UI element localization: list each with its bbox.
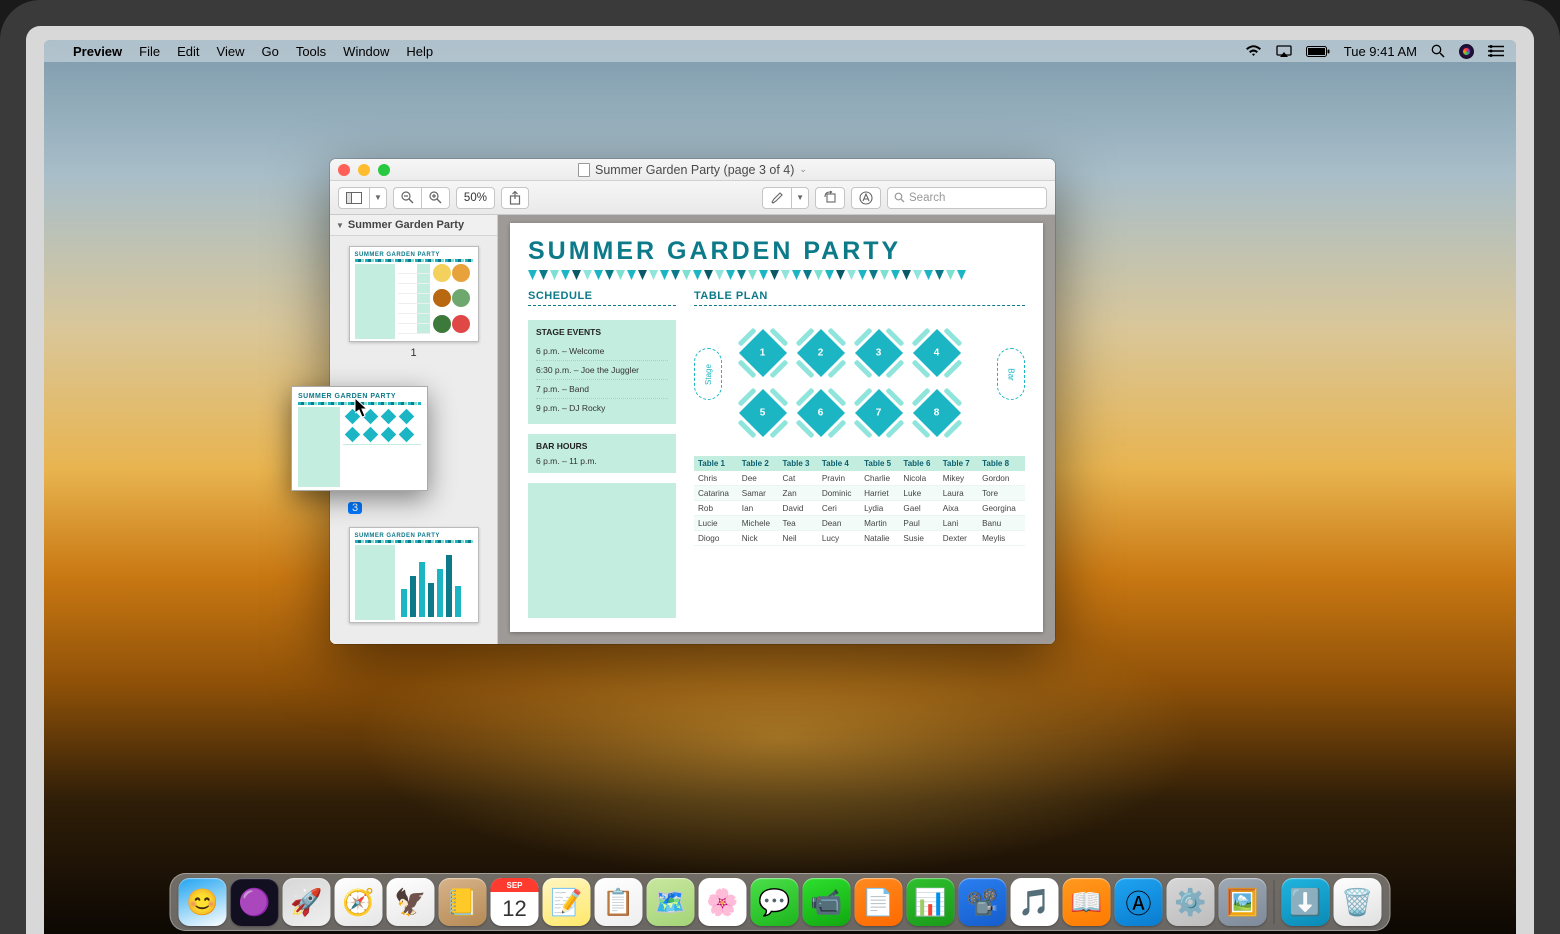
table-row: DiogoNickNeilLucyNatalieSusieDexterMeyli… bbox=[694, 531, 1025, 546]
table-8: 8 bbox=[913, 389, 961, 437]
stage-events-box: STAGE EVENTS 6 p.m. – Welcome 6:30 p.m. … bbox=[528, 320, 676, 424]
tables-diagram: Stage Bar 1234 5678 bbox=[694, 318, 1025, 448]
menu-edit[interactable]: Edit bbox=[177, 44, 199, 59]
menubar-clock[interactable]: Tue 9:41 AM bbox=[1344, 44, 1417, 59]
page-number-badge-3: 3 bbox=[348, 502, 362, 514]
menu-help[interactable]: Help bbox=[406, 44, 433, 59]
bunting-decoration bbox=[528, 270, 1025, 282]
dock-launchpad[interactable]: 🚀 bbox=[283, 878, 331, 926]
dock-facetime[interactable]: 📹 bbox=[803, 878, 851, 926]
bar-hours-box: BAR HOURS 6 p.m. – 11 p.m. bbox=[528, 434, 676, 473]
dock-photos[interactable]: 🌸 bbox=[699, 878, 747, 926]
document-proxy-icon[interactable] bbox=[578, 163, 590, 177]
dock-messages[interactable]: 💬 bbox=[751, 878, 799, 926]
dock-pages[interactable]: 📄 bbox=[855, 878, 903, 926]
close-button[interactable] bbox=[338, 164, 350, 176]
dock-ibooks[interactable]: 📖 bbox=[1063, 878, 1111, 926]
spotlight-icon[interactable] bbox=[1431, 44, 1445, 58]
dock-appstore[interactable]: Ⓐ bbox=[1115, 878, 1163, 926]
dock-preview[interactable]: 🖼️ bbox=[1219, 878, 1267, 926]
dock-numbers[interactable]: 📊 bbox=[907, 878, 955, 926]
stage-shape: Stage bbox=[694, 348, 722, 400]
dock-sysprefs[interactable]: ⚙️ bbox=[1167, 878, 1215, 926]
menu-go[interactable]: Go bbox=[261, 44, 278, 59]
menu-file[interactable]: File bbox=[139, 44, 160, 59]
sidebar-document-header[interactable]: Summer Garden Party bbox=[330, 215, 497, 236]
table-row: CatarinaSamarZanDominicHarrietLukeLauraT… bbox=[694, 486, 1025, 501]
siri-icon[interactable] bbox=[1459, 44, 1474, 59]
dock-reminders[interactable]: 📋 bbox=[595, 878, 643, 926]
dock-mail[interactable]: 🦅 bbox=[387, 878, 435, 926]
title-dropdown-icon[interactable]: ⌄ bbox=[799, 164, 807, 175]
dock-contacts[interactable]: 📒 bbox=[439, 878, 487, 926]
dock: 😊🟣🚀🧭🦅📒SEP12📝📋🗺️🌸💬📹📄📊📽️🎵📖Ⓐ⚙️🖼️ ⬇️🗑️ bbox=[170, 873, 1391, 931]
airplay-icon[interactable] bbox=[1276, 45, 1292, 57]
table-row: RobIanDavidCeriLydiaGaelAixaGeorgina bbox=[694, 501, 1025, 516]
menu-tools[interactable]: Tools bbox=[296, 44, 326, 59]
highlight-menu[interactable]: ▼ bbox=[791, 187, 809, 209]
page-canvas: SUMMER GARDEN PARTY SCHEDULE STAGE EVENT… bbox=[510, 223, 1043, 632]
search-icon bbox=[894, 192, 905, 203]
table-1: 1 bbox=[739, 329, 787, 377]
rotate-button[interactable] bbox=[815, 187, 845, 209]
sidebar-view-menu[interactable]: ▼ bbox=[369, 187, 387, 209]
dock-downloads[interactable]: ⬇️ bbox=[1282, 878, 1330, 926]
toolbar: ▼ 50% ▼ Search bbox=[330, 181, 1055, 215]
table-7: 7 bbox=[855, 389, 903, 437]
table-row: LucieMicheleTeaDeanMartinPaulLaniBanu bbox=[694, 516, 1025, 531]
tableplan-heading: TABLE PLAN bbox=[694, 290, 1025, 306]
guest-table: Table 1Table 2Table 3Table 4Table 5Table… bbox=[694, 456, 1025, 546]
mint-filler bbox=[528, 483, 676, 618]
menu-window[interactable]: Window bbox=[343, 44, 389, 59]
search-placeholder: Search bbox=[909, 192, 945, 204]
app-menu[interactable]: Preview bbox=[73, 44, 122, 59]
menubar: Preview File Edit View Go Tools Window H… bbox=[44, 40, 1516, 62]
zoom-level[interactable]: 50% bbox=[456, 187, 495, 209]
window-title: Summer Garden Party (page 3 of 4) bbox=[595, 163, 794, 177]
dock-notes[interactable]: 📝 bbox=[543, 878, 591, 926]
titlebar[interactable]: Summer Garden Party (page 3 of 4) ⌄ bbox=[330, 159, 1055, 181]
mouse-cursor bbox=[355, 398, 370, 419]
wifi-icon[interactable] bbox=[1245, 45, 1262, 57]
dock-maps[interactable]: 🗺️ bbox=[647, 878, 695, 926]
table-4: 4 bbox=[913, 329, 961, 377]
page-thumbnail-4[interactable]: SUMMER GARDEN PARTY bbox=[349, 527, 479, 623]
bar-shape: Bar bbox=[997, 348, 1025, 400]
table-5: 5 bbox=[739, 389, 787, 437]
maximize-button[interactable] bbox=[378, 164, 390, 176]
highlight-button[interactable] bbox=[762, 187, 791, 209]
zoom-out-button[interactable] bbox=[393, 187, 421, 209]
table-2: 2 bbox=[797, 329, 845, 377]
dock-safari[interactable]: 🧭 bbox=[335, 878, 383, 926]
dock-siri[interactable]: 🟣 bbox=[231, 878, 279, 926]
notification-center-icon[interactable] bbox=[1488, 45, 1504, 57]
markup-button[interactable] bbox=[851, 187, 881, 209]
minimize-button[interactable] bbox=[358, 164, 370, 176]
menu-view[interactable]: View bbox=[217, 44, 245, 59]
schedule-heading: SCHEDULE bbox=[528, 290, 676, 306]
preview-window: Summer Garden Party (page 3 of 4) ⌄ ▼ 50… bbox=[330, 159, 1055, 644]
battery-icon[interactable] bbox=[1306, 46, 1330, 57]
sidebar-view-button[interactable] bbox=[338, 187, 369, 209]
page-thumbnail-1[interactable]: SUMMER GARDEN PARTY bbox=[349, 246, 479, 342]
table-row: ChrisDeeCatPravinCharlieNicolaMikeyGordo… bbox=[694, 471, 1025, 486]
dock-itunes[interactable]: 🎵 bbox=[1011, 878, 1059, 926]
table-6: 6 bbox=[797, 389, 845, 437]
share-button[interactable] bbox=[501, 187, 529, 209]
page-number-1: 1 bbox=[410, 347, 416, 359]
dock-trash[interactable]: 🗑️ bbox=[1334, 878, 1382, 926]
dock-calendar[interactable]: SEP12 bbox=[491, 878, 539, 926]
zoom-in-button[interactable] bbox=[421, 187, 450, 209]
dock-keynote[interactable]: 📽️ bbox=[959, 878, 1007, 926]
dock-finder[interactable]: 😊 bbox=[179, 878, 227, 926]
doc-title: SUMMER GARDEN PARTY bbox=[528, 237, 1025, 266]
search-field[interactable]: Search bbox=[887, 187, 1047, 209]
table-3: 3 bbox=[855, 329, 903, 377]
